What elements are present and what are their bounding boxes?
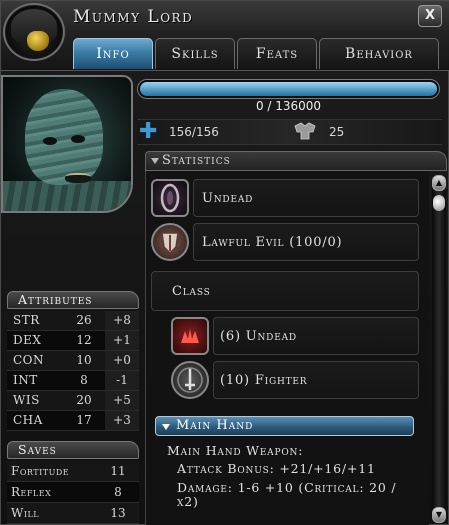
attack-bonus-text: Attack Bonus: +21/+16/+11	[177, 461, 376, 476]
saves-header: Saves	[7, 441, 139, 459]
damage-text: Damage: 1-6 +10 (Critical: 20 /	[177, 480, 397, 495]
tab-behavior[interactable]: Behavior	[319, 38, 439, 69]
class-item-fighter: (10) Fighter	[213, 361, 419, 399]
save-value: 8	[114, 485, 122, 499]
attribute-row: STR 26 +8	[7, 311, 139, 331]
attribute-value: 12	[76, 333, 92, 347]
armor-icon	[294, 122, 316, 140]
attribute-modifier: +5	[105, 391, 139, 410]
attribute-name: CON	[13, 353, 45, 367]
class-item-undead: (6) Undead	[213, 317, 419, 355]
attributes-table: STR 26 +8 DEX 12 +1 CON 10 +0 INT 8 -1 W…	[7, 311, 139, 431]
attribute-value: 10	[76, 353, 92, 367]
undead-class-icon	[171, 317, 209, 355]
damage-text-continued: x2)	[177, 494, 199, 509]
main-hand-header[interactable]: Main Hand	[155, 416, 414, 436]
undead-race-icon	[151, 179, 189, 217]
close-button[interactable]: X	[418, 5, 442, 27]
saves-table: Fortitude 11 Reflex 8 Will 13	[7, 461, 139, 524]
save-row: Reflex 8	[7, 482, 139, 503]
attribute-name: INT	[13, 373, 38, 387]
scroll-down-arrow-icon[interactable]: ▼	[432, 507, 446, 523]
fighter-class-icon	[171, 361, 209, 399]
attribute-row: WIS 20 +5	[7, 391, 139, 411]
attribute-modifier: +8	[105, 311, 139, 330]
attribute-name: WIS	[13, 393, 40, 407]
window-title: Mummy Lord	[73, 7, 194, 27]
class-label: Class	[172, 284, 211, 299]
save-row: Will 13	[7, 503, 139, 524]
attribute-value: 8	[80, 373, 88, 387]
save-value: 13	[110, 506, 126, 520]
save-name: Reflex	[11, 485, 52, 499]
attribute-row: DEX 12 +1	[7, 331, 139, 351]
alignment-row: Lawful Evil (100/0)	[193, 223, 419, 261]
attributes-header: Attributes	[7, 291, 139, 309]
hit-points-value: 156/156	[169, 125, 219, 139]
race-label: Undead	[202, 191, 254, 206]
statistics-header[interactable]: Statistics	[145, 151, 447, 171]
attribute-value: 17	[76, 413, 92, 427]
creature-portrait	[1, 75, 133, 213]
class-row: Class	[151, 271, 419, 311]
attribute-value: 20	[76, 393, 92, 407]
statistics-scrollbar[interactable]	[432, 175, 446, 523]
alignment-shield-icon	[151, 223, 189, 261]
attribute-row: CON 10 +0	[7, 351, 139, 371]
character-sheet-window: Mummy Lord X Info Skills Feats Behavior …	[0, 0, 449, 525]
tab-skills[interactable]: Skills	[155, 38, 235, 69]
experience-fill	[140, 82, 437, 96]
scroll-thumb[interactable]	[433, 195, 445, 211]
experience-text: 0 / 136000	[255, 99, 322, 113]
window-header[interactable]: Mummy Lord X Info Skills Feats Behavior	[1, 1, 449, 71]
attribute-name: DEX	[13, 333, 42, 347]
save-name: Fortitude	[11, 464, 70, 478]
attribute-modifier: +3	[105, 411, 139, 430]
plus-cross-icon: ✚	[139, 119, 158, 144]
save-value: 11	[110, 464, 126, 478]
class-undead-label: (6) Undead	[220, 329, 297, 344]
attribute-row: CHA 17 +3	[7, 411, 139, 431]
race-row: Undead	[193, 179, 419, 217]
attribute-name: CHA	[13, 413, 43, 427]
save-row: Fortitude 11	[7, 461, 139, 482]
tab-info[interactable]: Info	[73, 38, 153, 69]
attribute-name: STR	[13, 313, 40, 327]
tab-feats[interactable]: Feats	[237, 38, 317, 69]
attribute-modifier: -1	[105, 371, 139, 390]
attribute-modifier: +0	[105, 351, 139, 370]
attribute-value: 26	[76, 313, 92, 327]
save-name: Will	[11, 506, 40, 520]
attribute-row: INT 8 -1	[7, 371, 139, 391]
attribute-modifier: +1	[105, 331, 139, 350]
experience-bar	[137, 79, 440, 99]
main-hand-weapon-label: Main Hand Weapon:	[167, 443, 304, 458]
armor-class-value: 25	[329, 125, 345, 139]
alignment-label: Lawful Evil (100/0)	[202, 235, 343, 250]
scroll-up-arrow-icon[interactable]: ▲	[432, 175, 446, 191]
creature-avatar-icon	[3, 3, 65, 61]
class-fighter-label: (10) Fighter	[220, 373, 308, 388]
